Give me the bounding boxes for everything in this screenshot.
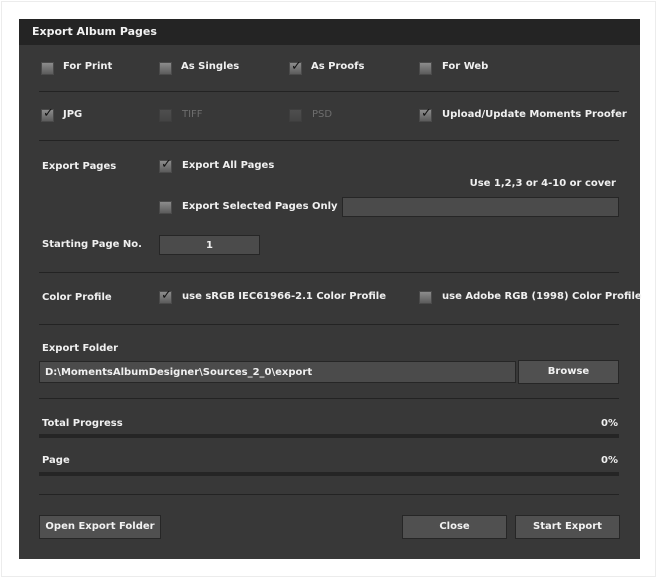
checkmark-icon: ✓: [161, 288, 172, 303]
tiff-checkbox[interactable]: [159, 109, 172, 122]
page-progress-bar: [39, 472, 619, 476]
starting-page-label: Starting Page No.: [42, 239, 142, 250]
for-print-checkbox[interactable]: [41, 62, 54, 75]
psd-checkbox[interactable]: [289, 109, 302, 122]
dialog-title: Export Album Pages: [32, 25, 157, 38]
srgb-profile-checkbox[interactable]: ✓: [159, 288, 172, 304]
checkmark-icon: ✓: [161, 157, 172, 172]
jpg-label: JPG: [63, 109, 83, 120]
as-proofs-checkbox[interactable]: ✓: [289, 59, 302, 75]
page-range-hint: Use 1,2,3 or 4-10 or cover: [469, 178, 616, 189]
adobe-rgb-profile-checkbox[interactable]: [419, 291, 432, 304]
jpg-checkbox[interactable]: ✓: [41, 106, 54, 122]
upload-proofer-label: Upload/Update Moments Proofer: [442, 109, 627, 120]
divider: [39, 140, 619, 141]
export-pages-label: Export Pages: [42, 161, 117, 172]
checkmark-icon: ✓: [421, 106, 432, 121]
as-singles-checkbox[interactable]: [159, 62, 172, 75]
checkmark-icon: ✓: [291, 59, 302, 74]
export-folder-path-input[interactable]: [39, 361, 516, 383]
divider: [39, 398, 619, 399]
open-export-folder-button[interactable]: Open Export Folder: [39, 515, 161, 539]
psd-label: PSD: [312, 109, 333, 120]
browse-button[interactable]: Browse: [518, 360, 619, 384]
checkmark-icon: ✓: [43, 106, 54, 121]
tiff-label: TIFF: [182, 109, 203, 120]
page-progress-label: Page: [42, 455, 70, 466]
export-all-pages-label: Export All Pages: [182, 160, 275, 171]
total-progress-label: Total Progress: [42, 418, 123, 429]
title-bar[interactable]: Export Album Pages: [19, 19, 640, 45]
total-progress-bar: [39, 434, 619, 438]
export-all-pages-checkbox[interactable]: ✓: [159, 157, 172, 173]
as-singles-label: As Singles: [181, 61, 240, 72]
color-profile-label: Color Profile: [42, 292, 112, 303]
divider: [39, 494, 619, 495]
start-export-button[interactable]: Start Export: [515, 515, 620, 539]
for-web-checkbox[interactable]: [419, 62, 432, 75]
divider: [39, 272, 619, 273]
close-button[interactable]: Close: [402, 515, 507, 539]
selected-pages-input[interactable]: [342, 197, 619, 217]
upload-proofer-checkbox[interactable]: ✓: [419, 106, 432, 122]
export-album-pages-dialog: Export Album Pages For Print As Singles …: [19, 19, 642, 559]
as-proofs-label: As Proofs: [311, 61, 365, 72]
total-progress-percent: 0%: [601, 418, 618, 429]
starting-page-input[interactable]: [159, 235, 260, 255]
for-web-label: For Web: [442, 61, 489, 72]
export-selected-pages-label: Export Selected Pages Only: [182, 201, 338, 212]
adobe-rgb-profile-label: use Adobe RGB (1998) Color Profile: [442, 291, 642, 302]
export-folder-label: Export Folder: [42, 343, 119, 354]
srgb-profile-label: use sRGB IEC61966-2.1 Color Profile: [182, 291, 386, 302]
divider: [39, 324, 619, 325]
export-selected-pages-checkbox[interactable]: [159, 201, 172, 214]
for-print-label: For Print: [63, 61, 113, 72]
page-progress-percent: 0%: [601, 455, 618, 466]
divider: [39, 91, 619, 92]
